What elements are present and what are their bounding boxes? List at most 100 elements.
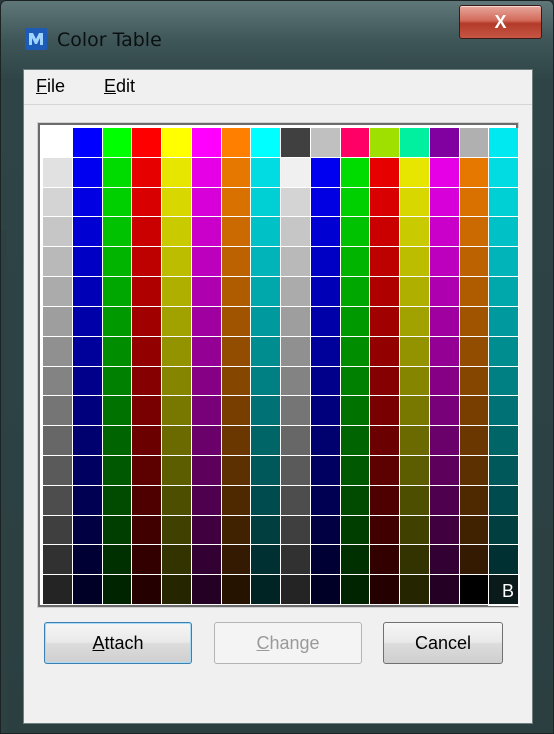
color-cell[interactable] (191, 336, 222, 367)
color-cell[interactable] (102, 426, 133, 456)
color-cell[interactable] (370, 336, 400, 367)
color-cell[interactable] (281, 515, 311, 546)
color-cell[interactable] (43, 515, 73, 546)
color-cell[interactable] (281, 545, 311, 576)
color-cell[interactable] (132, 455, 162, 486)
color-cell[interactable] (162, 187, 192, 218)
color-cell[interactable] (370, 485, 400, 516)
color-cell[interactable] (221, 485, 252, 516)
color-cell[interactable] (310, 515, 341, 546)
color-cell[interactable] (251, 277, 281, 307)
color-cell[interactable] (489, 396, 519, 427)
color-cell[interactable] (221, 217, 252, 248)
color-cell[interactable] (102, 485, 133, 516)
color-cell[interactable] (340, 157, 371, 188)
color-cell[interactable] (221, 157, 252, 188)
color-cell[interactable] (43, 187, 73, 218)
color-cell[interactable] (162, 545, 192, 576)
color-cell[interactable] (310, 366, 341, 397)
color-cell[interactable] (489, 545, 519, 576)
color-cell[interactable] (370, 396, 400, 427)
color-cell[interactable] (489, 187, 519, 218)
color-cell[interactable] (43, 157, 73, 188)
color-cell[interactable] (489, 247, 519, 278)
color-cell[interactable] (43, 336, 73, 367)
color-cell[interactable] (281, 485, 311, 516)
color-cell[interactable] (221, 247, 252, 278)
color-cell[interactable] (251, 396, 281, 427)
color-cell[interactable] (310, 187, 341, 218)
color-cell[interactable] (340, 366, 371, 397)
color-cell[interactable] (72, 485, 103, 516)
color-cell[interactable] (310, 396, 341, 427)
color-cell[interactable] (340, 217, 371, 248)
color-cell[interactable] (340, 187, 371, 218)
color-cell[interactable] (191, 277, 222, 307)
color-cell[interactable] (310, 128, 341, 158)
color-cell[interactable] (370, 455, 400, 486)
color-cell[interactable] (310, 277, 341, 307)
color-cell[interactable] (72, 217, 103, 248)
color-cell[interactable] (72, 545, 103, 576)
color-cell[interactable] (489, 217, 519, 248)
color-cell[interactable] (340, 247, 371, 278)
color-cell[interactable] (251, 575, 281, 605)
color-cell[interactable]: B (488, 574, 520, 606)
color-cell[interactable] (221, 455, 252, 486)
color-cell[interactable] (43, 306, 73, 337)
color-cell[interactable] (340, 575, 371, 605)
color-cell[interactable] (429, 336, 460, 367)
color-cell[interactable] (102, 455, 133, 486)
color-cell[interactable] (459, 187, 490, 218)
color-cell[interactable] (489, 336, 519, 367)
color-cell[interactable] (429, 455, 460, 486)
color-cell[interactable] (191, 128, 222, 158)
color-cell[interactable] (400, 396, 430, 427)
color-cell[interactable] (102, 545, 133, 576)
color-cell[interactable] (459, 455, 490, 486)
color-cell[interactable] (340, 306, 371, 337)
color-cell[interactable] (162, 455, 192, 486)
color-cell[interactable] (310, 217, 341, 248)
color-cell[interactable] (72, 157, 103, 188)
color-cell[interactable] (400, 485, 430, 516)
color-cell[interactable] (102, 277, 133, 307)
color-cell[interactable] (281, 247, 311, 278)
color-cell[interactable] (191, 247, 222, 278)
color-cell[interactable] (162, 426, 192, 456)
color-cell[interactable] (72, 128, 103, 158)
color-cell[interactable] (191, 515, 222, 546)
color-cell[interactable] (43, 485, 73, 516)
color-cell[interactable] (251, 336, 281, 367)
color-cell[interactable] (191, 157, 222, 188)
color-cell[interactable] (400, 545, 430, 576)
color-cell[interactable] (132, 306, 162, 337)
color-cell[interactable] (221, 336, 252, 367)
color-cell[interactable] (340, 396, 371, 427)
color-cell[interactable] (400, 247, 430, 278)
color-cell[interactable] (310, 455, 341, 486)
color-cell[interactable] (370, 187, 400, 218)
color-cell[interactable] (132, 217, 162, 248)
color-cell[interactable] (72, 366, 103, 397)
color-cell[interactable] (459, 515, 490, 546)
color-cell[interactable] (400, 366, 430, 397)
color-cell[interactable] (221, 128, 252, 158)
color-cell[interactable] (459, 485, 490, 516)
color-cell[interactable] (370, 575, 400, 605)
color-cell[interactable] (281, 306, 311, 337)
color-cell[interactable] (281, 277, 311, 307)
color-cell[interactable] (43, 455, 73, 486)
color-cell[interactable] (340, 515, 371, 546)
color-cell[interactable] (340, 485, 371, 516)
color-cell[interactable] (489, 515, 519, 546)
color-cell[interactable] (251, 426, 281, 456)
color-cell[interactable] (221, 366, 252, 397)
color-cell[interactable] (191, 187, 222, 218)
color-cell[interactable] (162, 396, 192, 427)
color-cell[interactable] (191, 306, 222, 337)
color-cell[interactable] (400, 277, 430, 307)
color-cell[interactable] (162, 157, 192, 188)
color-cell[interactable] (102, 128, 133, 158)
color-cell[interactable] (281, 336, 311, 367)
